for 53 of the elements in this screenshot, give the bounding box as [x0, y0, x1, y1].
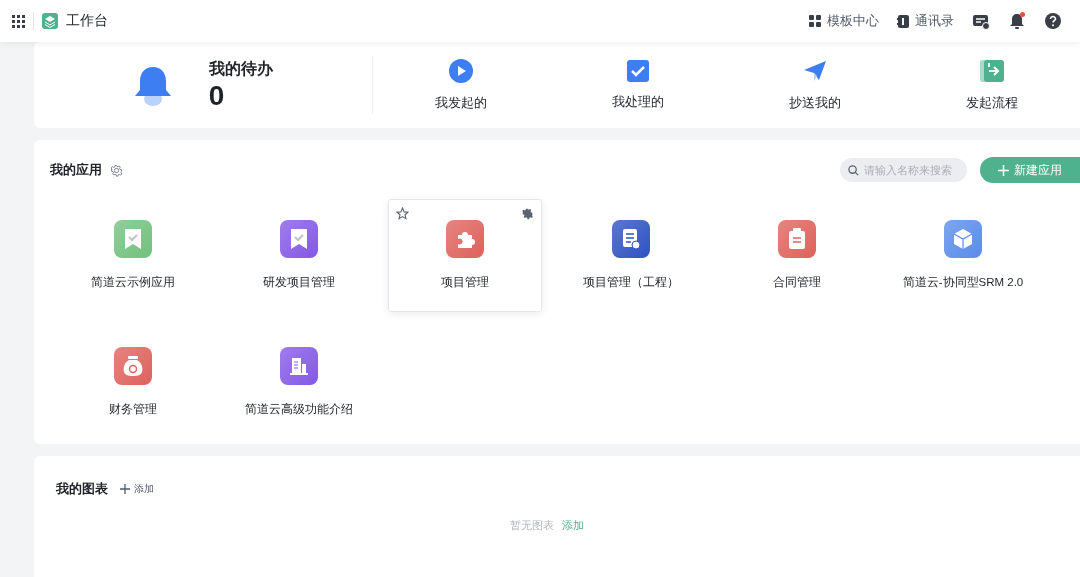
- plus-icon: [998, 164, 1009, 176]
- star-icon[interactable]: [396, 207, 409, 220]
- settings-icon[interactable]: [521, 207, 534, 220]
- plus-icon: [120, 484, 130, 494]
- message-settings-icon[interactable]: [972, 12, 990, 30]
- section-title: 我的应用: [50, 161, 102, 179]
- bookmark-check-icon: [289, 228, 309, 250]
- todo-count: 0: [208, 79, 226, 112]
- app-tile[interactable]: 财务管理: [56, 326, 210, 439]
- app-tile[interactable]: 简道云示例应用: [56, 199, 210, 312]
- checkbox-icon: [625, 59, 650, 83]
- app-name: 合同管理: [773, 275, 821, 290]
- app-name: 简道云示例应用: [91, 275, 175, 290]
- stack-logo-icon: [42, 13, 58, 29]
- help-icon[interactable]: [1044, 12, 1062, 30]
- settings-icon[interactable]: [110, 163, 123, 177]
- app-name: 项目管理: [441, 275, 489, 290]
- app-tile[interactable]: 简道云-协同型SRM 2.0: [886, 199, 1040, 312]
- app-tile[interactable]: 合同管理: [720, 199, 874, 312]
- app-tile[interactable]: 研发项目管理: [222, 199, 376, 312]
- money-bag-icon: [122, 355, 144, 377]
- app-title: 工作台: [66, 12, 108, 30]
- app-name: 项目管理（工程）: [583, 275, 679, 290]
- todo-title: 我的待办: [208, 58, 273, 79]
- app-name: 简道云高级功能介绍: [245, 402, 353, 417]
- app-tile[interactable]: 项目管理（工程）: [554, 199, 708, 312]
- app-name: 财务管理: [109, 402, 157, 417]
- bell-icon[interactable]: [1008, 12, 1026, 30]
- address-book-icon: [897, 14, 909, 28]
- add-chart-link[interactable]: 添加: [120, 482, 154, 496]
- header-link[interactable]: 模板中心: [809, 12, 879, 30]
- app-name: 简道云-协同型SRM 2.0: [902, 275, 1024, 290]
- cube-icon: [953, 228, 973, 250]
- document-icon: [621, 228, 641, 250]
- section-title: 我的图表: [56, 480, 108, 498]
- app-name: 研发项目管理: [263, 275, 335, 290]
- clipboard-icon: [788, 228, 806, 250]
- bookmark-check-icon: [123, 228, 143, 250]
- app-tile[interactable]: 项目管理: [388, 199, 542, 312]
- shortcut-link[interactable]: 发起流程: [903, 58, 1080, 112]
- shortcut-link[interactable]: 抄送我的: [726, 58, 904, 112]
- play-icon: [448, 58, 475, 84]
- header-link[interactable]: 通讯录: [897, 12, 954, 30]
- search-icon: [848, 164, 859, 176]
- puzzle-icon: [455, 229, 475, 249]
- arrow-box-icon: [978, 58, 1005, 84]
- empty-message: 暂无图表: [510, 518, 554, 533]
- shortcut-link[interactable]: 我处理的: [549, 59, 727, 111]
- grid-icon: [809, 15, 821, 27]
- shortcut-link[interactable]: 我发起的: [372, 58, 550, 112]
- apps-grid-icon[interactable]: [12, 14, 25, 28]
- building-icon: [289, 356, 309, 376]
- app-tile[interactable]: 简道云高级功能介绍: [222, 326, 376, 439]
